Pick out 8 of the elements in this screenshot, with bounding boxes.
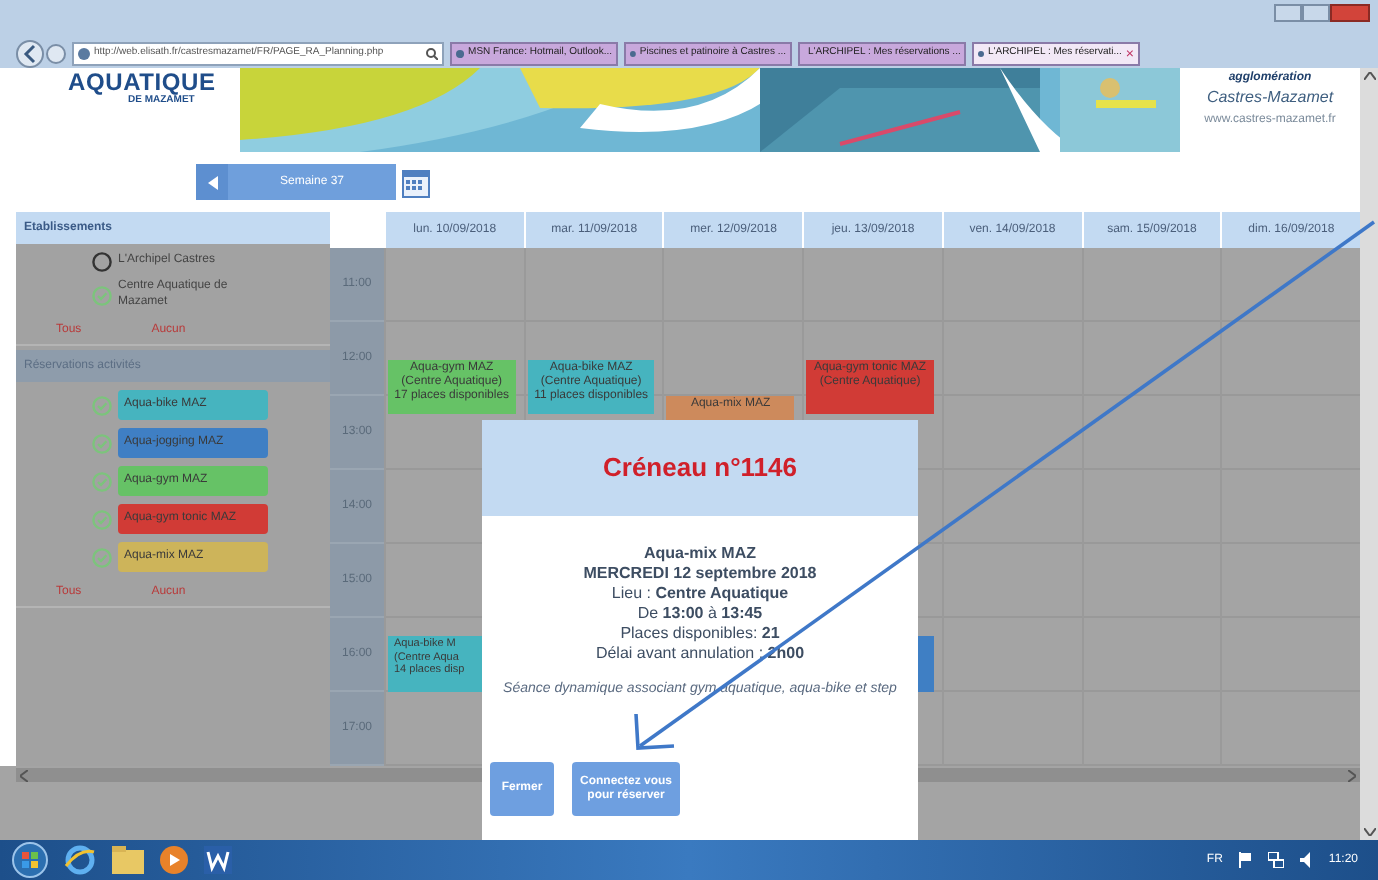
session-date: MERCREDI 12 septembre 2018 [583, 564, 817, 584]
modal-title: Créneau n°1146 [603, 450, 797, 487]
logo-title: AQUATIQUE [68, 70, 216, 94]
activity-name: Aqua-mix MAZ [644, 544, 756, 564]
detail-line: Lieu : Centre Aquatique [611, 584, 789, 604]
partner-logo-text: Castres-Mazamet [1206, 87, 1334, 107]
detail-line: De 13:00 à 13:45 [637, 604, 763, 624]
detail-line: Places disponibles: 21 [620, 624, 780, 644]
